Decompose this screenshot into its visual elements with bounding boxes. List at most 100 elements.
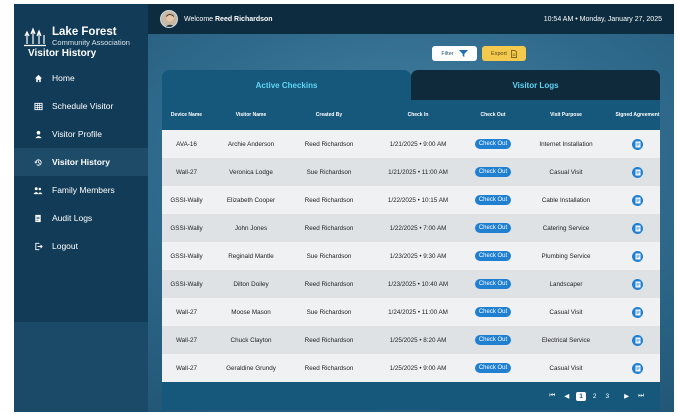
prev-page-icon[interactable]: ◀ <box>562 392 571 400</box>
check-out-button[interactable]: Check Out <box>474 363 512 373</box>
sidebar-item-family-members[interactable]: Family Members <box>14 176 148 204</box>
device-cell: Wall-27 <box>175 336 198 344</box>
agreement-document-icon[interactable] <box>632 166 643 178</box>
page-title: Visitor History <box>28 48 97 59</box>
check-out-cell: Check Out <box>469 363 517 373</box>
page-1-button[interactable]: 1 <box>576 391 586 401</box>
check-out-button[interactable]: Check Out <box>474 335 512 345</box>
column-header: Visit Purpose <box>550 112 582 118</box>
created-by-cell: Sue Richardson <box>306 308 352 316</box>
check-in-cell: 1/22/2025 • 7:00 AM <box>389 224 447 232</box>
check-in-cell: 1/25/2025 • 8:20 AM <box>389 336 447 344</box>
date-time: 10:54 AM • Monday, January 27, 2025 <box>543 15 662 23</box>
agreement-document-icon[interactable] <box>632 334 643 346</box>
sidebar-item-label: Visitor Profile <box>52 129 102 139</box>
check-out-button[interactable]: Check Out <box>474 195 512 205</box>
sidebar-item-audit-logs[interactable]: Audit Logs <box>14 204 148 232</box>
forest-logo-icon <box>24 27 46 47</box>
check-in-cell: 1/23/2025 • 9:30 AM <box>389 252 447 260</box>
visitor-name-cell: Dilton Doiley <box>233 280 269 288</box>
sidebar-item-visitor-history[interactable]: Visitor History <box>14 148 148 176</box>
created-by-cell: Reed Richardson <box>304 364 354 372</box>
agreement-document-icon[interactable] <box>632 222 643 234</box>
created-by-cell: Reed Richardson <box>304 336 354 344</box>
column-header: Check In <box>407 112 429 118</box>
visit-purpose-cell: Internet Installation <box>539 140 593 148</box>
sidebar-item-home[interactable]: Home <box>14 64 148 92</box>
tab-visitor-logs[interactable]: Visitor Logs <box>411 70 660 100</box>
visit-purpose-cell: Casual Visit <box>549 168 583 176</box>
check-out-button[interactable]: Check Out <box>474 307 512 317</box>
signed-agreement-cell <box>615 362 660 374</box>
check-out-button[interactable]: Check Out <box>474 167 512 177</box>
first-page-icon[interactable]: ⏮ <box>547 392 557 400</box>
next-page-icon[interactable]: ▶ <box>622 392 631 400</box>
created-by-cell: Sue Richardson <box>306 168 352 176</box>
page-3-button[interactable]: 3 <box>604 393 612 400</box>
visit-purpose-cell: Casual Visit <box>549 364 583 372</box>
visitor-table: Device Name Visitor Name Created By Chec… <box>162 100 660 410</box>
visit-purpose-cell: Plumbing Service <box>541 252 591 260</box>
check-out-button[interactable]: Check Out <box>474 279 512 289</box>
check-out-cell: Check Out <box>469 335 517 345</box>
check-in-cell: 1/24/2025 • 11:00 AM <box>388 308 448 316</box>
column-header: Check Out <box>480 112 506 118</box>
logout-icon <box>33 241 43 251</box>
history-icon <box>33 157 43 167</box>
device-cell: GSSI-Wally <box>170 196 203 204</box>
table-row: Wall-27 Moose Mason Sue Richardson 1/24/202… <box>162 298 660 326</box>
filter-label: Filter <box>441 50 454 57</box>
export-button[interactable]: Export <box>482 46 526 61</box>
check-out-button[interactable]: Check Out <box>474 223 512 233</box>
agreement-document-icon[interactable] <box>632 306 643 318</box>
column-header: Created By <box>315 112 343 118</box>
created-by-cell: Reed Richardson <box>304 140 354 148</box>
check-in-cell: 1/22/2025 • 10:15 AM <box>387 196 449 204</box>
device-cell: Wall-27 <box>175 364 198 372</box>
last-page-icon[interactable]: ⏭ <box>636 392 646 400</box>
page-2-button[interactable]: 2 <box>591 393 599 400</box>
agreement-document-icon[interactable] <box>632 278 643 290</box>
agreement-document-icon[interactable] <box>632 250 643 262</box>
agreement-document-icon[interactable] <box>632 194 643 206</box>
signed-agreement-cell <box>615 138 660 150</box>
sidebar-item-schedule-visitor[interactable]: Schedule Visitor <box>14 92 148 120</box>
visitor-name-cell: Reginald Mantle <box>228 252 274 260</box>
device-cell: Wall-27 <box>175 168 198 176</box>
visit-purpose-cell: Electrical Service <box>541 336 591 344</box>
visit-purpose-cell: Cable Installation <box>541 196 591 204</box>
avatar[interactable] <box>160 10 178 28</box>
sidebar-item-visitor-profile[interactable]: Visitor Profile <box>14 120 148 148</box>
check-in-cell: 1/25/2025 • 9:00 AM <box>389 364 447 372</box>
visit-purpose-cell: Catering Service <box>542 224 590 232</box>
tab-active-checkins[interactable]: Active Checkins <box>162 70 411 100</box>
agreement-document-icon[interactable] <box>632 138 643 150</box>
home-icon <box>33 73 43 83</box>
sidebar: Lake Forest Community Association Home S… <box>14 4 148 412</box>
check-out-cell: Check Out <box>469 251 517 261</box>
app-window: Lake Forest Community Association Home S… <box>14 4 674 412</box>
brand-subtitle: Community Association <box>52 38 130 47</box>
sidebar-item-label: Home <box>52 73 75 83</box>
check-out-cell: Check Out <box>469 139 517 149</box>
visitor-name-cell: Moose Mason <box>231 308 271 316</box>
check-out-cell: Check Out <box>469 195 517 205</box>
user-name: Reed Richardson <box>215 15 273 23</box>
export-label: Export <box>491 50 507 57</box>
column-header: Visitor Name <box>235 112 267 118</box>
visitor-name-cell: Elizabeth Cooper <box>226 196 276 204</box>
table-row: GSSI-Wally Dilton Doiley Reed Richardson 1/… <box>162 270 660 298</box>
check-out-button[interactable]: Check Out <box>474 139 512 149</box>
check-out-button[interactable]: Check Out <box>474 251 512 261</box>
person-icon <box>33 129 43 139</box>
signed-agreement-cell <box>615 222 660 234</box>
sidebar-item-label: Visitor History <box>52 157 110 167</box>
agreement-document-icon[interactable] <box>632 362 643 374</box>
visitor-name-cell: Archie Anderson <box>227 140 275 148</box>
sidebar-item-logout[interactable]: Logout <box>14 232 148 260</box>
filter-button[interactable]: Filter <box>432 46 477 61</box>
table-row: Wall-27 Geraldine Grundy Reed Richardson 1/… <box>162 354 660 382</box>
visit-purpose-cell: Landscaper <box>549 280 583 288</box>
created-by-cell: Reed Richardson <box>304 196 354 204</box>
created-by-cell: Reed Richardson <box>304 224 354 232</box>
